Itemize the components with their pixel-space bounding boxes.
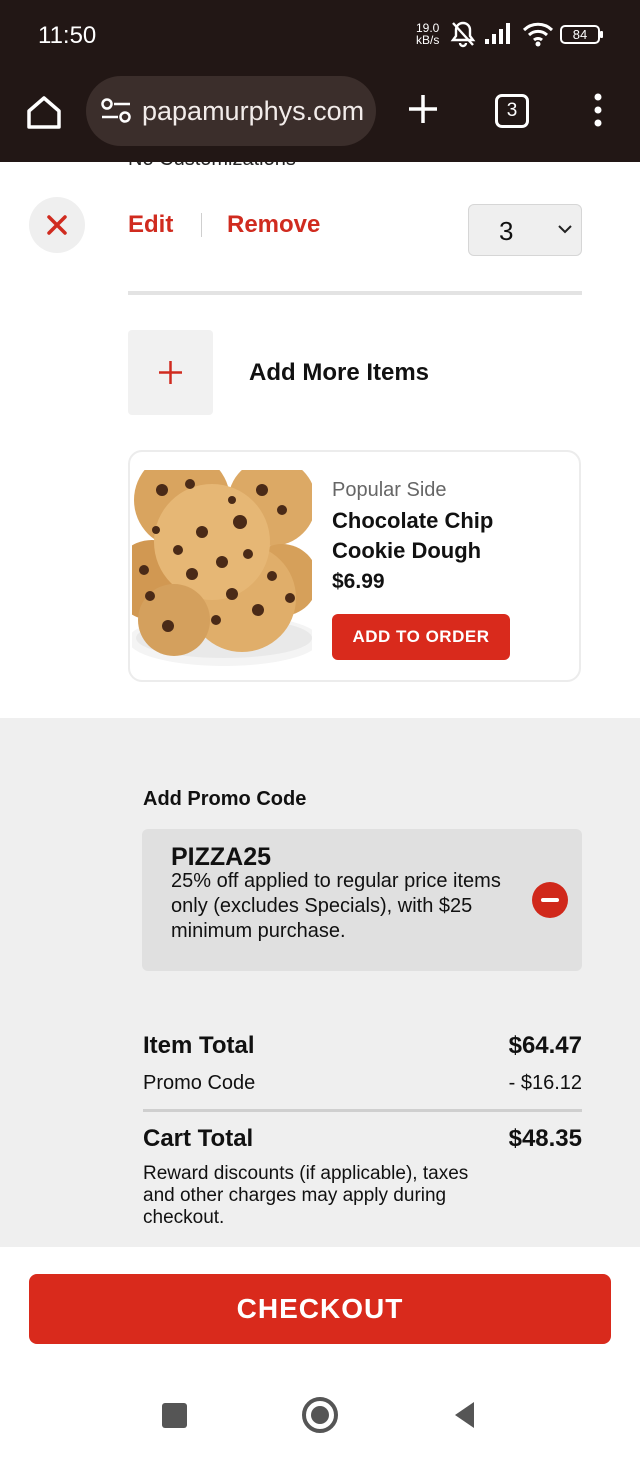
plus-icon[interactable] [402,88,444,130]
add-more-items-button[interactable] [128,330,213,415]
remove-button[interactable]: Remove [227,211,320,239]
divider [128,291,582,295]
cookie-image [132,470,312,666]
signal-icon [485,23,510,44]
status-time: 11:50 [38,22,97,49]
cart-total-value: $48.35 [508,1125,582,1152]
cart-sheet: No Customizations Edit Remove 3 Add More… [0,162,640,1247]
cart-total-label: Cart Total [143,1125,254,1152]
back-icon[interactable] [452,1400,476,1430]
add-to-order-button[interactable]: ADD TO ORDER [332,614,510,660]
bell-off-icon [450,21,476,48]
item-customizations-text: No Customizations [128,162,296,171]
promo-discount-label: Promo Code [143,1072,256,1094]
home-nav-icon[interactable] [302,1397,338,1433]
more-vert-icon[interactable] [588,90,608,130]
checkout-button[interactable]: CHECKOUT [29,1274,611,1344]
status-bar: 11:50 19.0 kB/s 84 [0,0,640,72]
promo-code: PIZZA25 [171,843,272,871]
site-settings-icon[interactable] [100,97,132,125]
chevron-down-icon [558,225,572,234]
wifi-icon [522,22,554,47]
quantity-value: 3 [499,216,514,246]
edit-button[interactable]: Edit [128,211,173,239]
network-speed-unit: kB/s [416,33,440,47]
remove-promo-icon[interactable] [532,882,568,918]
applied-promo: PIZZA25 25% off applied to regular price… [142,829,582,971]
url-text[interactable]: papamurphys.com [142,96,364,127]
recents-icon[interactable] [162,1403,187,1428]
close-icon [47,215,67,235]
upsell-price: $6.99 [332,570,385,593]
upsell-category: Popular Side [332,479,447,501]
promo-heading: Add Promo Code [143,788,307,810]
order-summary: Add Promo Code PIZZA25 25% off applied t… [0,718,640,1247]
checkout-disclaimer: Reward discounts (if applicable), taxes … [143,1163,469,1228]
promo-description: 25% off applied to regular price items o… [171,870,501,942]
browser-toolbar: papamurphys.com 3 [0,72,640,162]
network-speed: 19.0 kB/s [416,22,439,46]
address-bar[interactable]: papamurphys.com [86,76,376,146]
plus-icon [159,361,182,384]
home-icon[interactable] [24,92,64,132]
divider [143,1109,582,1112]
add-more-items-label[interactable]: Add More Items [249,359,429,387]
item-total-value: $64.47 [508,1032,582,1059]
remove-item-button[interactable] [29,197,85,253]
battery-icon: 84 [560,25,603,44]
promo-discount-value: - $16.12 [508,1072,582,1094]
upsell-card: Popular Side Chocolate Chip Cookie Dough… [128,450,581,682]
upsell-product-name: Chocolate Chip Cookie Dough [332,508,494,563]
link-separator [201,213,202,237]
item-total-label: Item Total [143,1032,255,1059]
tabs-icon[interactable]: 3 [495,94,529,128]
quantity-select[interactable]: 3 [468,204,582,256]
